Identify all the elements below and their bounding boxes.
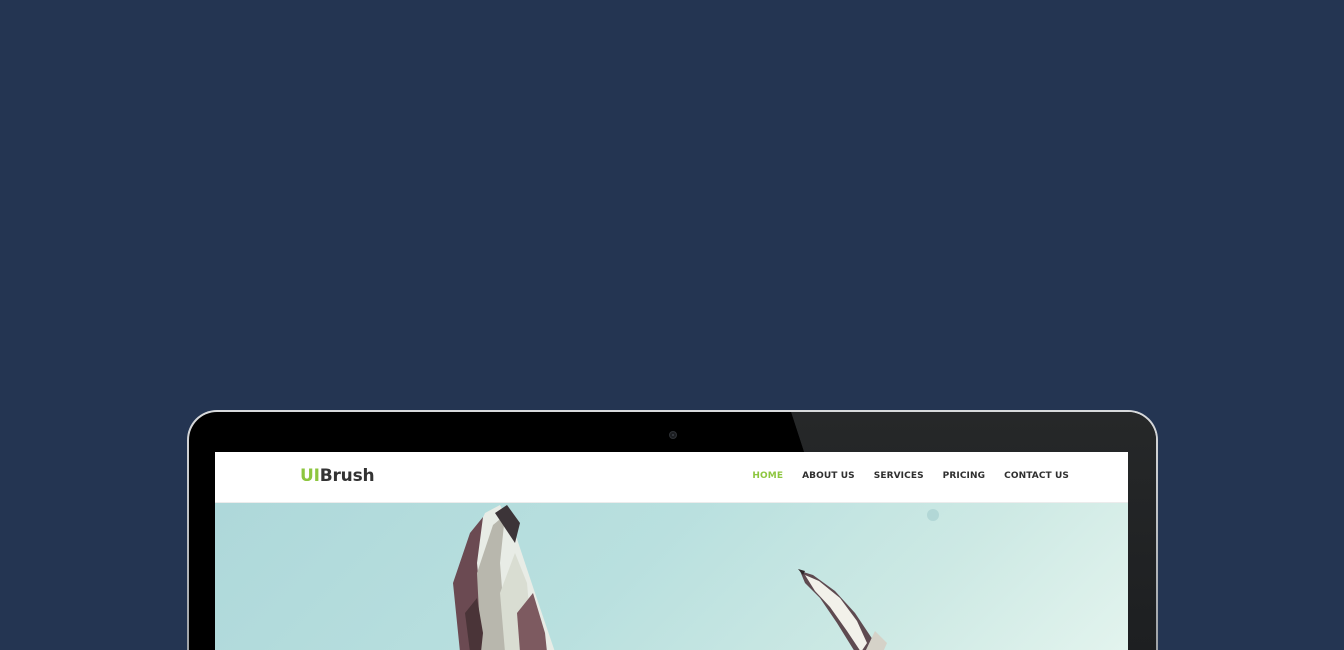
main-navigation: HOME ABOUT US SERVICES PRICING CONTACT U… [752, 471, 1069, 481]
hero-birds-illustration [453, 505, 939, 650]
site-logo[interactable]: UIBrush [300, 466, 375, 486]
nav-item-contact-us[interactable]: CONTACT US [1004, 471, 1069, 481]
site-header: UIBrush HOME ABOUT US SERVICES PRICING C… [215, 452, 1128, 503]
logo-accent-text: UI [300, 466, 320, 486]
webcam-icon [669, 431, 677, 439]
nav-item-pricing[interactable]: PRICING [943, 471, 985, 481]
laptop-mockup: UIBrush HOME ABOUT US SERVICES PRICING C… [187, 410, 1158, 650]
logo-main-text: Brush [319, 466, 375, 486]
laptop-bezel: UIBrush HOME ABOUT US SERVICES PRICING C… [189, 412, 1156, 650]
nav-item-home[interactable]: HOME [752, 471, 783, 481]
nav-item-services[interactable]: SERVICES [874, 471, 924, 481]
nav-item-about-us[interactable]: ABOUT US [802, 471, 855, 481]
laptop-screen: UIBrush HOME ABOUT US SERVICES PRICING C… [215, 452, 1128, 650]
small-bird-shape [798, 569, 887, 650]
hero-image [215, 503, 1128, 650]
large-wing-shape [453, 505, 555, 650]
sky-blur-spot [927, 509, 939, 521]
